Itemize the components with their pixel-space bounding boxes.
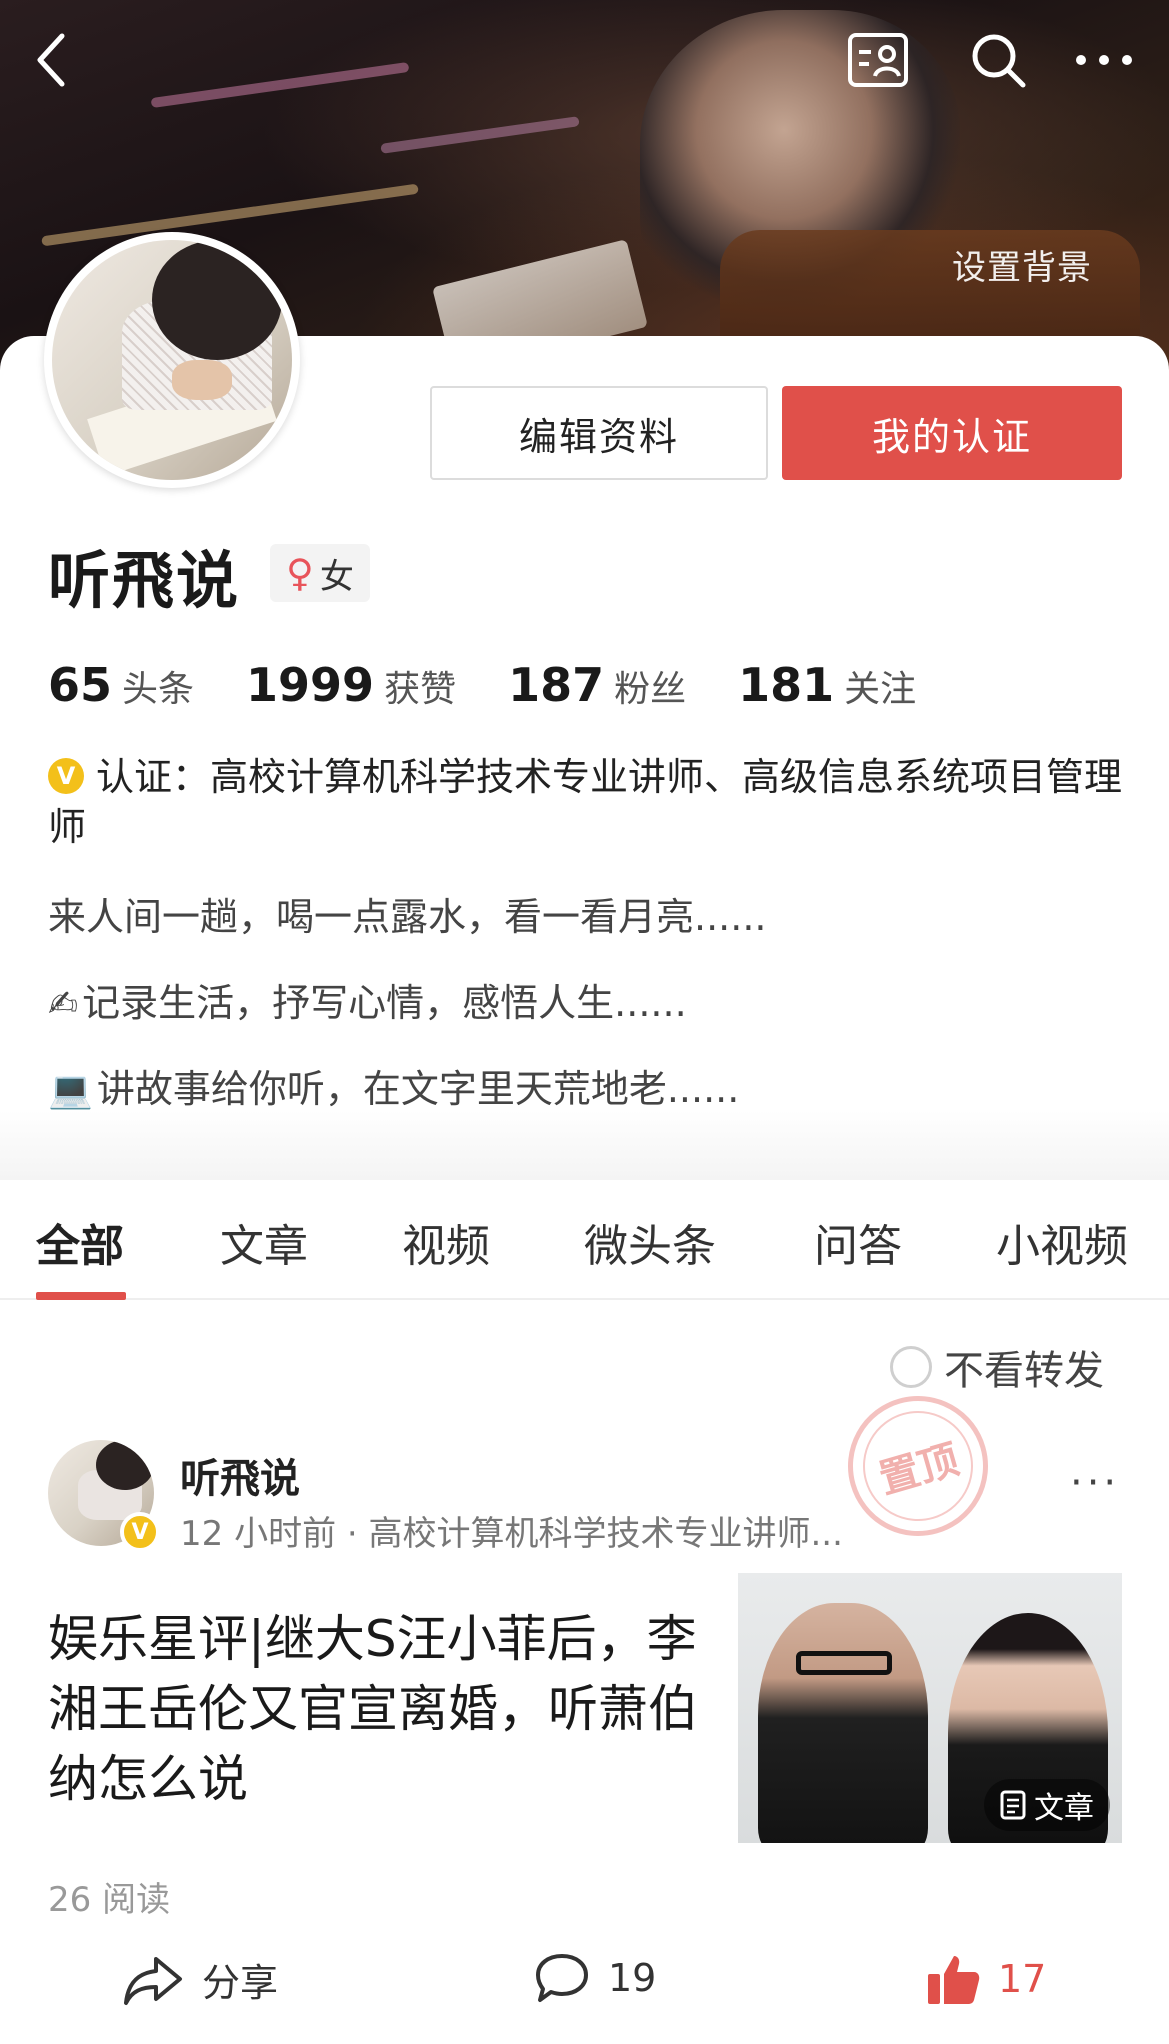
banner-light-streak [150, 61, 410, 109]
radio-button[interactable] [890, 1346, 932, 1388]
my-verification-button[interactable]: 我的认证 [782, 386, 1122, 480]
tab-micro-posts[interactable]: 微头条 [584, 1210, 716, 1274]
more-icon[interactable] [1066, 22, 1142, 98]
document-icon [1000, 1790, 1026, 1820]
comment-count: 19 [608, 1956, 657, 2000]
verification-info: V 认证：高校计算机科学技术专业讲师、高级信息系统项目管理师 [48, 752, 1128, 852]
article-tag: 文章 [984, 1779, 1110, 1831]
stat-label: 头条 [122, 669, 195, 710]
profile-name: 听飛说 [48, 544, 241, 617]
like-count: 17 [998, 1957, 1047, 2001]
thumbs-up-icon [928, 1956, 980, 2004]
back-icon[interactable] [14, 22, 90, 98]
profile-stats: 65 头条 1999 获赞 187 粉丝 181 关注 [48, 658, 968, 712]
bio-text: 记录生活，抒写心情，感悟人生...... [82, 981, 687, 1025]
gender-label: 女 [319, 556, 354, 597]
gender-badge: ♀ 女 [270, 544, 370, 602]
bio-line: ✍ 记录生活，抒写心情，感悟人生...... [48, 980, 687, 1028]
share-button[interactable]: 分享 [122, 1952, 278, 2007]
stat-number: 181 [738, 658, 835, 712]
share-label: 分享 [202, 1961, 279, 2005]
laptop-icon: 💻 [48, 1070, 93, 1111]
stat-followers[interactable]: 187 粉丝 [508, 658, 686, 712]
read-count: 26 阅读 [48, 1880, 171, 1920]
post-title[interactable]: 娱乐星评|继大S汪小菲后，李湘王岳伦又官宣离婚，听萧伯纳怎么说 [48, 1604, 728, 1814]
search-icon[interactable] [960, 22, 1036, 98]
verified-badge-icon: V [120, 1512, 160, 1552]
article-tag-label: 文章 [1034, 1791, 1094, 1826]
profile-divider [0, 1110, 1169, 1180]
tab-qa[interactable]: 问答 [814, 1210, 902, 1274]
tab-videos[interactable]: 视频 [402, 1210, 490, 1274]
verified-badge-icon: V [48, 757, 84, 794]
banner-light-streak [41, 183, 419, 247]
stat-likes[interactable]: 1999 获赞 [246, 658, 456, 712]
edit-profile-button[interactable]: 编辑资料 [430, 386, 768, 480]
post-more-icon[interactable]: ··· [1070, 1460, 1120, 1506]
comment-icon [536, 1954, 588, 2002]
post-thumbnail[interactable]: 文章 [738, 1573, 1122, 1843]
post-meta: 12 小时前 · 高校计算机科学技术专业讲师... [180, 1514, 843, 1554]
tab-all[interactable]: 全部 [36, 1210, 124, 1274]
set-background-button[interactable]: 设置背景 [952, 240, 1092, 289]
tab-articles[interactable]: 文章 [220, 1210, 308, 1274]
like-button[interactable]: 17 [926, 1952, 1046, 2006]
comment-button[interactable]: 19 [534, 1952, 656, 2004]
stat-number: 1999 [246, 658, 375, 712]
thumbnail-glasses [796, 1651, 892, 1675]
active-tab-indicator [36, 1292, 126, 1300]
stat-number: 187 [508, 658, 605, 712]
stat-label: 获赞 [384, 669, 457, 710]
verification-text: 认证：高校计算机科学技术专业讲师、高级信息系统项目管理师 [48, 755, 1123, 849]
stat-label: 粉丝 [614, 669, 687, 710]
female-icon: ♀ [286, 551, 314, 595]
writing-hand-icon: ✍ [48, 984, 79, 1025]
bio-line: 💻 讲故事给你听，在文字里天荒地老...... [48, 1066, 739, 1114]
stat-posts[interactable]: 65 头条 [48, 658, 194, 712]
thumbnail-person [758, 1603, 928, 1843]
bio-line: 来人间一趟，喝一点露水，看一看月亮...... [48, 895, 767, 939]
banner-light-streak [380, 116, 580, 154]
share-icon [124, 1956, 182, 2005]
avatar-photo [52, 240, 292, 480]
contact-card-icon[interactable] [840, 22, 916, 98]
bio-text: 讲故事给你听，在文字里天荒地老...... [96, 1067, 740, 1111]
hide-reposts-toggle[interactable]: 不看转发 [890, 1338, 1104, 1396]
stat-number: 65 [48, 658, 113, 712]
content-tabs: 全部 文章 视频 微头条 问答 小视频 [0, 1180, 1169, 1300]
stat-label: 关注 [844, 669, 917, 710]
post-author-name[interactable]: 听飛说 [180, 1446, 300, 1504]
hide-reposts-label: 不看转发 [944, 1348, 1104, 1394]
tab-short-videos[interactable]: 小视频 [996, 1210, 1128, 1274]
avatar[interactable] [44, 232, 300, 488]
stat-following[interactable]: 181 关注 [738, 658, 916, 712]
